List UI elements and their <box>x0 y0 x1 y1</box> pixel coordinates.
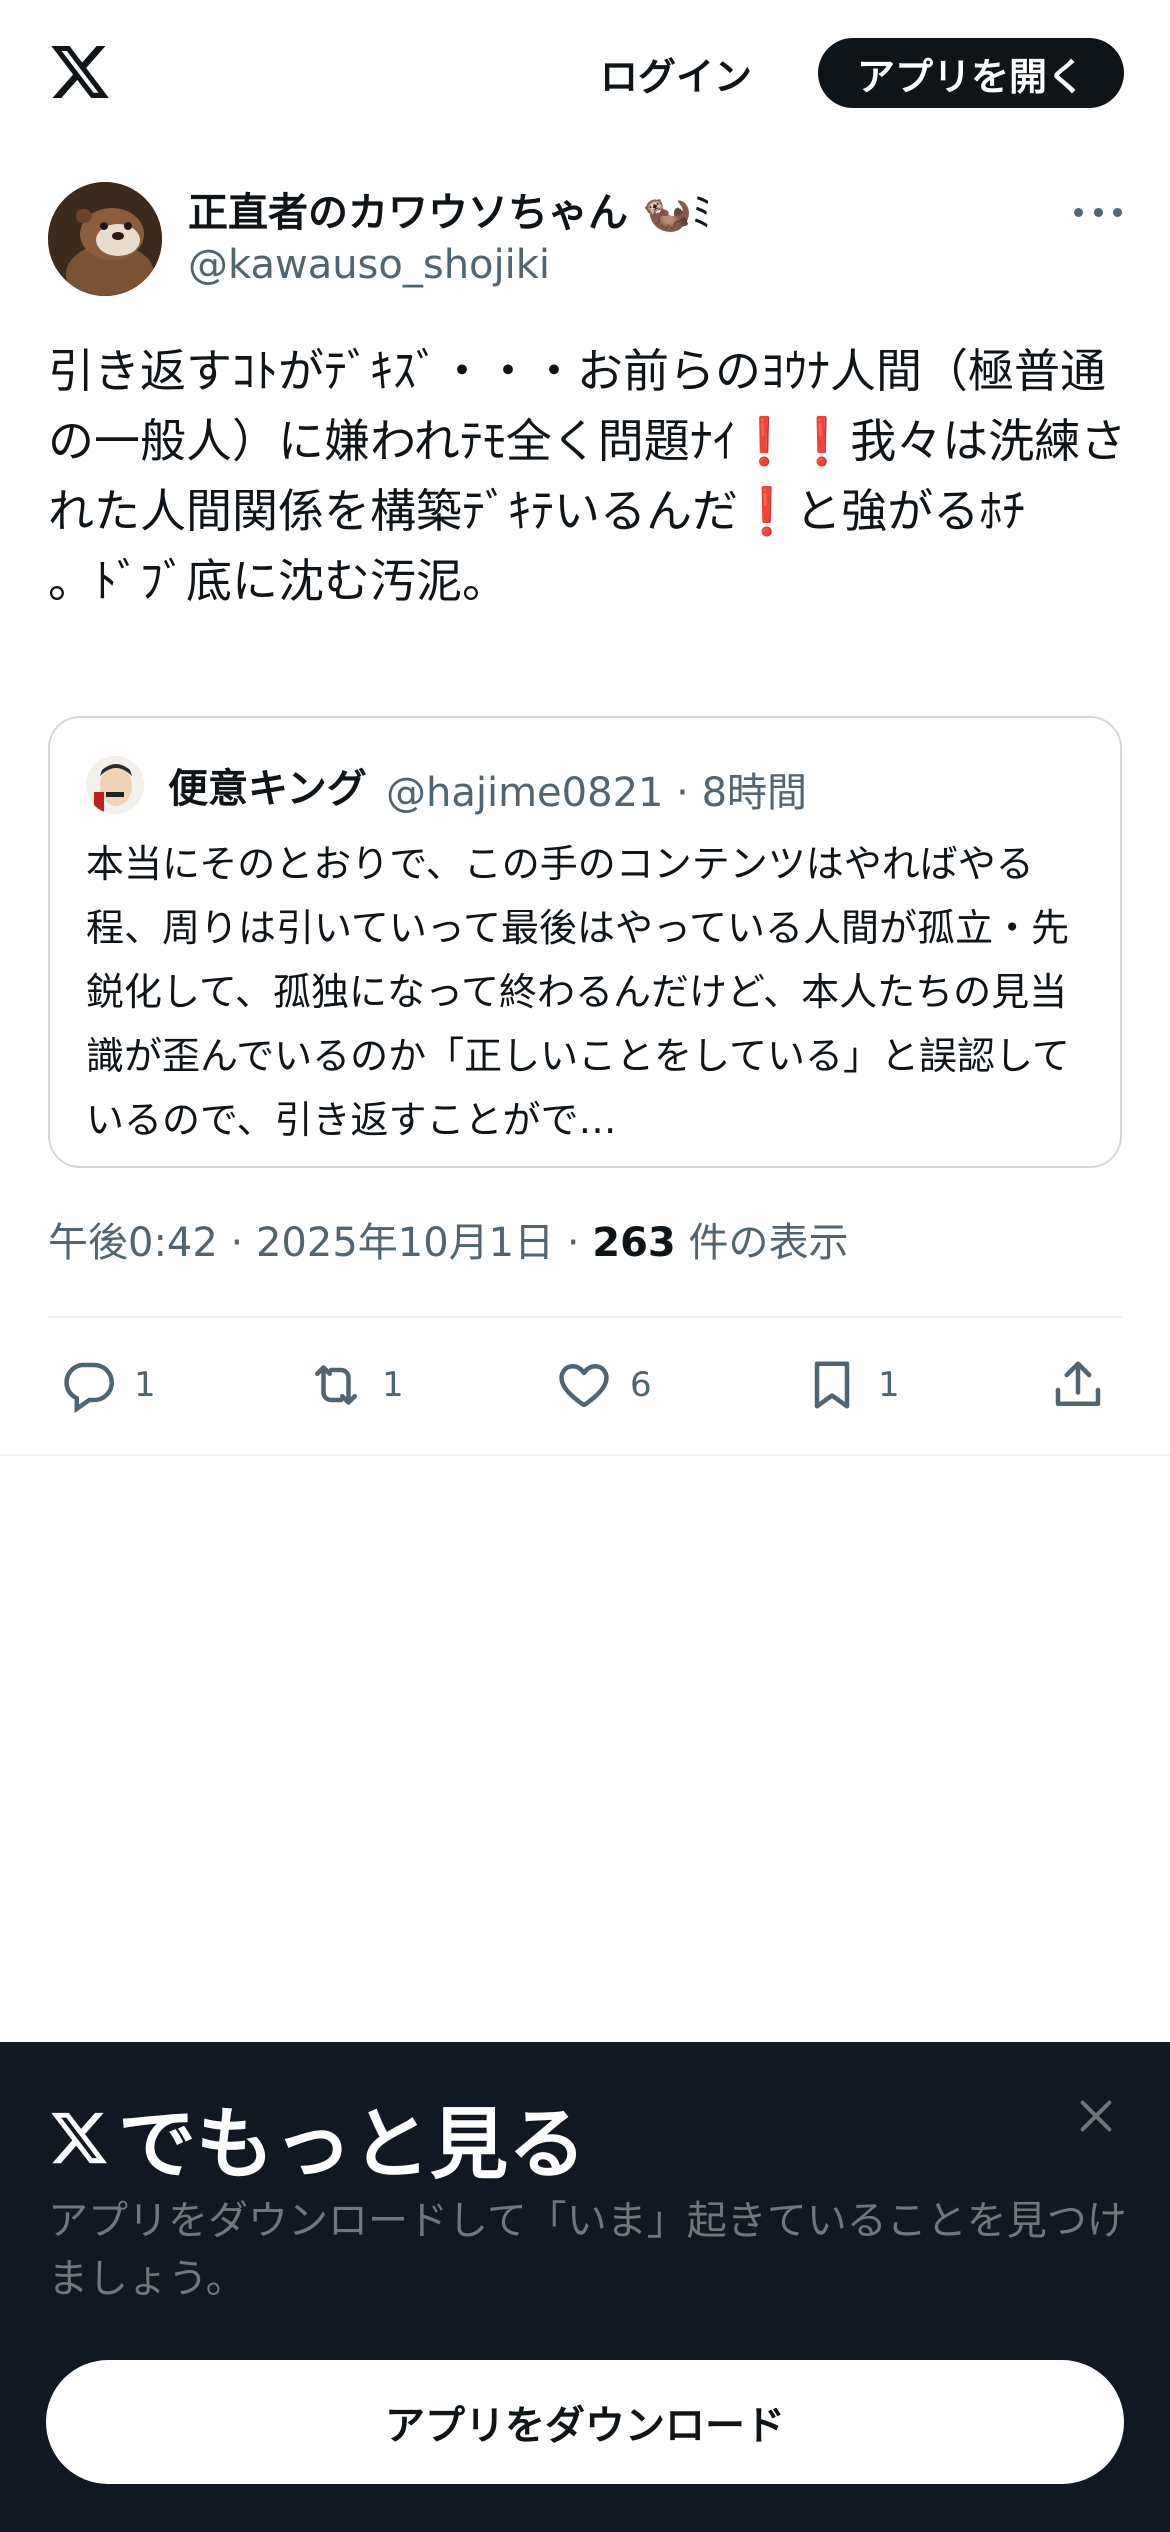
timestamp-text: 午後0:42 · 2025年10月1日 · <box>48 1220 593 1266</box>
top-bar: ログイン アプリを開く <box>0 0 1170 150</box>
divider <box>48 1316 1122 1318</box>
bookmark-count: 1 <box>878 1365 900 1405</box>
like-button[interactable]: 6 <box>554 1350 652 1420</box>
close-icon[interactable] <box>1076 2096 1116 2136</box>
like-count: 6 <box>630 1365 652 1405</box>
bookmark-icon <box>814 1361 850 1409</box>
sheet-subtitle: アプリをダウンロードして「いま」起きていることを見つけましょう。 <box>48 2198 1127 2302</box>
quote-author-name: 便意キング <box>168 766 367 812</box>
author-name-text: 正直者のカワウソちゃん <box>188 190 628 236</box>
otter-avatar-image <box>48 182 162 296</box>
app-promo-sheet: でもっと見る アプリをダウンロードして「いま」起きていることを見つけましょう。 … <box>0 2042 1170 2532</box>
x-logo-icon <box>51 2112 107 2164</box>
quote-text: 本当にそのとおりで、この手のコンテンツはやればやる程、周りは引いていって最後はや… <box>86 842 1070 1142</box>
download-app-button[interactable]: アプリをダウンロード <box>46 2360 1124 2484</box>
open-app-button[interactable]: アプリを開く <box>818 38 1124 108</box>
quoted-tweet-card[interactable]: 便意キング @hajime0821 · 8時間 本当にそのとおりで、この手のコン… <box>48 716 1122 1168</box>
author-display-name[interactable]: 正直者のカワウソちゃん 🦦ﾐ <box>188 180 712 238</box>
tweet-text: 引き返すｺﾄがﾃﾞｷｽﾞ・・・お前らのﾖｳﾅ人間（極普通の一般人）に嫌われﾃﾓ全… <box>48 344 1127 608</box>
tweet-timestamp: 午後0:42 · 2025年10月1日 · 263 件の表示 <box>48 1210 848 1268</box>
quote-author-meta: @hajime0821 · 8時間 <box>386 770 808 816</box>
repost-icon <box>315 1365 357 1405</box>
reply-count: 1 <box>134 1365 156 1405</box>
repost-count: 1 <box>382 1365 404 1405</box>
quote-avatar-image <box>86 756 144 814</box>
reply-icon <box>64 1362 114 1414</box>
share-button[interactable] <box>1048 1350 1108 1420</box>
heart-icon <box>559 1364 609 1408</box>
author-handle[interactable]: @kawauso_shojiki <box>188 242 550 288</box>
x-logo-icon[interactable] <box>48 40 112 104</box>
author-name-emoji: 🦦ﾐ <box>641 190 712 236</box>
login-link[interactable]: ログイン <box>600 46 752 101</box>
views-count: 263 <box>592 1220 676 1266</box>
more-icon[interactable] <box>1074 200 1122 224</box>
views-label: 件の表示 <box>675 1220 849 1266</box>
divider <box>0 1454 1170 1456</box>
quote-avatar <box>86 756 144 814</box>
bookmark-button[interactable]: 1 <box>802 1350 900 1420</box>
reply-button[interactable]: 1 <box>58 1350 156 1420</box>
sheet-title: でもっと見る <box>48 2082 586 2194</box>
share-icon <box>1055 1361 1101 1406</box>
sheet-title-text: でもっと見る <box>118 2100 587 2190</box>
tweet-page: ログイン アプリを開く 正直者のカワウソちゃん 🦦ﾐ @kawauso_shoj… <box>0 0 1170 2532</box>
avatar[interactable] <box>48 182 162 296</box>
repost-button[interactable]: 1 <box>306 1350 404 1420</box>
